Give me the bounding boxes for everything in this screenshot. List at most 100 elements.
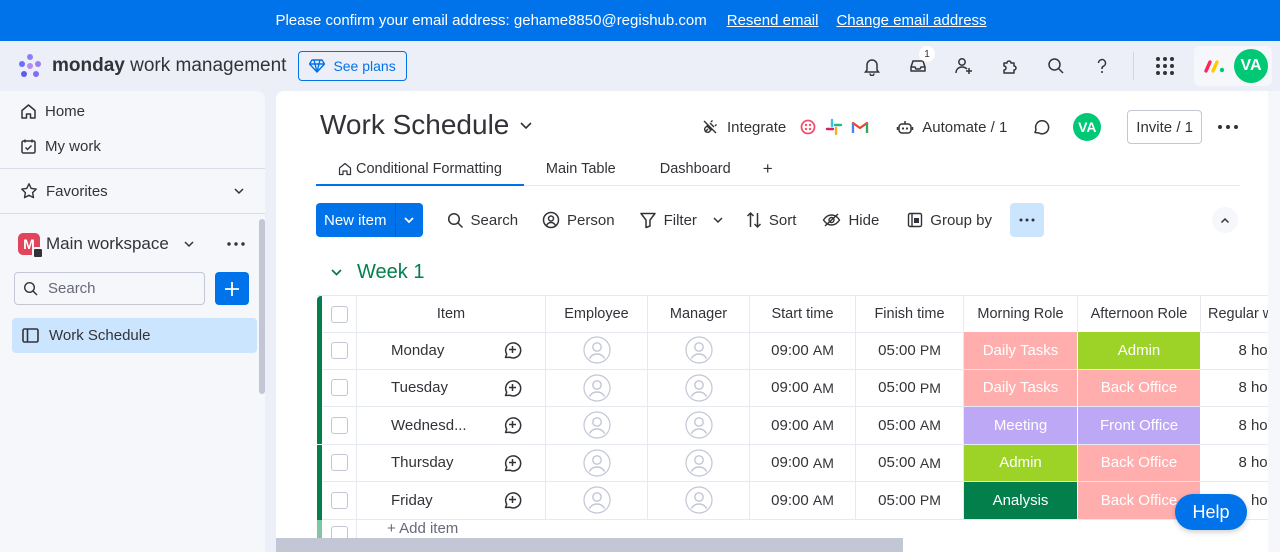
table-row[interactable]: Thursday 09:00 AM 05:00 AM Admin Back Of… bbox=[317, 444, 1280, 482]
add-view-button[interactable]: + bbox=[753, 153, 793, 185]
start-time-cell[interactable]: 09:00 AM bbox=[750, 482, 856, 520]
workspace-selector[interactable]: M Main workspace bbox=[0, 220, 265, 268]
hide-tool[interactable]: Hide bbox=[822, 212, 879, 229]
filter-tool[interactable]: Filter bbox=[639, 211, 724, 229]
morning-role-status[interactable]: Admin bbox=[964, 444, 1078, 482]
automate-button[interactable]: Automate / 1 bbox=[896, 118, 1007, 136]
invite-button[interactable]: Invite / 1 bbox=[1127, 110, 1202, 144]
start-time-cell[interactable]: 09:00 AM bbox=[750, 407, 856, 445]
add-update-cell[interactable] bbox=[478, 369, 546, 407]
finish-time-cell[interactable]: 05:00 AM bbox=[856, 444, 964, 482]
integrate-button[interactable]: Integrate bbox=[701, 118, 786, 136]
morning-role-status[interactable]: Analysis bbox=[964, 482, 1078, 520]
inbox-button[interactable]: 1 bbox=[895, 41, 941, 91]
row-checkbox[interactable] bbox=[330, 341, 348, 359]
account-menu[interactable]: VA bbox=[1194, 46, 1272, 86]
sort-tool[interactable]: Sort bbox=[746, 211, 796, 229]
group-by-tool[interactable]: Group by bbox=[907, 212, 992, 229]
manager-cell[interactable] bbox=[648, 332, 750, 370]
sidebar-item-my-work[interactable]: My work bbox=[0, 129, 265, 164]
finish-time-cell[interactable]: 05:00 AM bbox=[856, 407, 964, 445]
updates-button[interactable] bbox=[1031, 117, 1051, 137]
column-header-employee[interactable]: Employee bbox=[546, 296, 648, 333]
sidebar-search[interactable] bbox=[14, 272, 205, 305]
column-header-manager[interactable]: Manager bbox=[648, 296, 750, 333]
column-header-start-time[interactable]: Start time bbox=[750, 296, 856, 333]
chevron-down-icon[interactable] bbox=[330, 268, 343, 277]
sidebar-item-home[interactable]: Home bbox=[0, 94, 265, 129]
chevron-down-icon[interactable] bbox=[233, 187, 245, 195]
afternoon-role-status[interactable]: Admin bbox=[1078, 332, 1201, 370]
sidebar-scrollbar[interactable] bbox=[259, 219, 265, 394]
table-row[interactable]: Friday 09:00 AM 05:00 PM Analysis Back O… bbox=[317, 482, 1280, 520]
afternoon-role-status[interactable]: Back Office bbox=[1078, 369, 1201, 407]
row-checkbox[interactable] bbox=[330, 454, 348, 472]
more-options-icon[interactable] bbox=[1218, 125, 1238, 129]
tab-dashboard[interactable]: Dashboard bbox=[638, 153, 753, 185]
column-header-item[interactable]: Item bbox=[357, 296, 546, 333]
row-checkbox[interactable] bbox=[330, 491, 348, 509]
search-tool[interactable]: Search bbox=[447, 212, 518, 229]
table-row[interactable]: Monday 09:00 AM 05:00 PM Daily Tasks Adm… bbox=[317, 332, 1280, 370]
employee-cell[interactable] bbox=[546, 407, 648, 445]
more-actions-button[interactable] bbox=[1010, 203, 1044, 237]
chevron-down-icon[interactable] bbox=[712, 216, 724, 224]
sidebar-board-work-schedule[interactable]: Work Schedule bbox=[12, 318, 257, 353]
employee-cell[interactable] bbox=[546, 369, 648, 407]
help-button-floating[interactable]: Help bbox=[1175, 494, 1247, 530]
start-time-cell[interactable]: 09:00 AM bbox=[750, 444, 856, 482]
employee-cell[interactable] bbox=[546, 444, 648, 482]
start-time-cell[interactable]: 09:00 AM bbox=[750, 369, 856, 407]
column-header-finish-time[interactable]: Finish time bbox=[856, 296, 964, 333]
group-header-week-1[interactable]: Week 1 bbox=[330, 261, 424, 284]
add-update-icon[interactable] bbox=[502, 490, 522, 510]
chevron-down-icon[interactable] bbox=[183, 240, 195, 248]
person-filter[interactable]: Person bbox=[542, 211, 615, 229]
item-name[interactable]: Friday bbox=[357, 482, 478, 520]
add-update-cell[interactable] bbox=[478, 332, 546, 370]
finish-time-cell[interactable]: 05:00 PM bbox=[856, 369, 964, 407]
add-update-icon[interactable] bbox=[502, 378, 522, 398]
manager-cell[interactable] bbox=[648, 444, 750, 482]
change-email-link[interactable]: Change email address bbox=[836, 12, 986, 29]
collapse-header-button[interactable] bbox=[1212, 207, 1238, 233]
item-name[interactable]: Thursday bbox=[357, 445, 478, 482]
tab-main-table[interactable]: Main Table bbox=[524, 153, 638, 185]
invite-members-button[interactable] bbox=[941, 41, 987, 91]
morning-role-status[interactable]: Meeting bbox=[964, 407, 1078, 445]
select-all-checkbox[interactable] bbox=[330, 305, 348, 323]
user-avatar[interactable]: VA bbox=[1234, 49, 1268, 83]
person-placeholder-icon[interactable] bbox=[582, 374, 611, 402]
afternoon-role-status[interactable]: Front Office bbox=[1078, 407, 1201, 445]
table-row[interactable]: Tuesday 09:00 AM 05:00 PM Daily Tasks Ba… bbox=[317, 369, 1280, 407]
horizontal-scrollbar[interactable] bbox=[276, 538, 903, 552]
finish-time-cell[interactable]: 05:00 PM bbox=[856, 482, 964, 520]
item-name[interactable]: Tuesday bbox=[357, 370, 478, 407]
person-placeholder-icon[interactable] bbox=[684, 449, 713, 477]
add-update-icon[interactable] bbox=[502, 340, 522, 360]
column-header-morning-role[interactable]: Morning Role bbox=[964, 296, 1078, 333]
person-placeholder-icon[interactable] bbox=[582, 411, 611, 439]
add-update-icon[interactable] bbox=[502, 453, 522, 473]
favorites-section[interactable]: Favorites bbox=[0, 173, 265, 209]
item-name[interactable]: Wednesd... bbox=[357, 407, 478, 445]
person-placeholder-icon[interactable] bbox=[582, 336, 611, 364]
morning-role-status[interactable]: Daily Tasks bbox=[964, 369, 1078, 407]
finish-time-cell[interactable]: 05:00 PM bbox=[856, 332, 964, 370]
employee-cell[interactable] bbox=[546, 482, 648, 520]
brand[interactable]: monday work management bbox=[16, 52, 286, 80]
see-plans-button[interactable]: See plans bbox=[298, 51, 407, 81]
notifications-button[interactable] bbox=[849, 41, 895, 91]
resend-email-link[interactable]: Resend email bbox=[727, 12, 819, 29]
row-checkbox[interactable] bbox=[330, 379, 348, 397]
morning-role-status[interactable]: Daily Tasks bbox=[964, 332, 1078, 370]
new-item-button[interactable]: New item bbox=[316, 203, 423, 237]
manager-cell[interactable] bbox=[648, 407, 750, 445]
person-placeholder-icon[interactable] bbox=[684, 374, 713, 402]
apps-marketplace-button[interactable] bbox=[987, 41, 1033, 91]
manager-cell[interactable] bbox=[648, 482, 750, 520]
employee-cell[interactable] bbox=[546, 332, 648, 370]
person-placeholder-icon[interactable] bbox=[684, 336, 713, 364]
add-board-button[interactable] bbox=[215, 272, 249, 305]
add-update-icon[interactable] bbox=[502, 415, 522, 435]
